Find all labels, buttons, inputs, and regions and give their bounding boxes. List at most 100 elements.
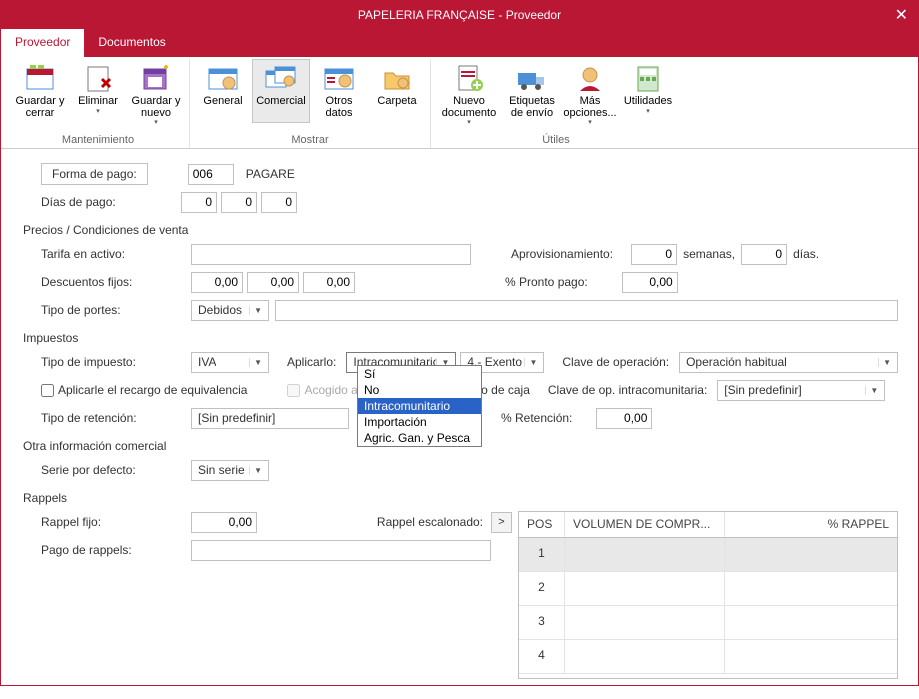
- tab-proveedor[interactable]: Proveedor: [1, 29, 84, 57]
- pay-days-label: Días de pago:: [21, 195, 181, 209]
- ship-labels-icon: [516, 63, 548, 95]
- ret-type-label: Tipo de retención:: [21, 411, 191, 425]
- commercial-icon: [265, 63, 297, 95]
- tax-section-header: Impuestos: [21, 331, 898, 345]
- op-key-combo[interactable]: Operación habitual▼: [679, 352, 898, 373]
- rappel-step-label: Rappel escalonado:: [377, 515, 483, 529]
- apply-option[interactable]: No: [358, 382, 481, 398]
- chevron-down-icon: ▼: [249, 358, 266, 367]
- rappel-header-vol[interactable]: VOLUMEN DE COMPR...: [565, 512, 725, 537]
- fixed-disc-1[interactable]: [191, 272, 243, 293]
- fixed-disc-2[interactable]: [247, 272, 299, 293]
- group-label-maintenance: Mantenimiento: [62, 134, 134, 148]
- payment-method-label: Forma de pago:: [41, 163, 148, 185]
- pay-day-1[interactable]: [181, 192, 217, 213]
- utilities-icon: [632, 63, 664, 95]
- rappels-section-header: Rappels: [21, 491, 898, 505]
- apply-option[interactable]: Importación: [358, 414, 481, 430]
- new-doc-button[interactable]: Nuevo documento ▾: [435, 59, 503, 130]
- freight-text-input[interactable]: [275, 300, 898, 321]
- intra-key-combo[interactable]: [Sin predefinir]▼: [717, 380, 885, 401]
- pay-day-3[interactable]: [261, 192, 297, 213]
- rappel-pay-label: Pago de rappels:: [41, 543, 191, 557]
- titlebar: PAPELERIA FRANÇAISE - Proveedor ✕: [1, 1, 918, 29]
- tariff-label: Tarifa en activo:: [21, 247, 191, 261]
- fixed-disc-3[interactable]: [303, 272, 355, 293]
- apply-label: Aplicarlo:: [287, 355, 336, 369]
- ribbon-group-maintenance: Guardar y cerrar Eliminar ▾ Guardar y nu…: [7, 59, 190, 148]
- chevron-down-icon: ▼: [865, 386, 882, 395]
- rappel-header-pos[interactable]: POS: [519, 512, 565, 537]
- supply-label: Aprovisionamiento:: [511, 247, 613, 261]
- intra-key-label: Clave de op. intracomunitaria:: [548, 383, 707, 397]
- rappel-header-pct[interactable]: % RAPPEL: [725, 512, 897, 537]
- fixed-rappel-input[interactable]: [191, 512, 257, 533]
- utilities-button[interactable]: Utilidades ▾: [619, 59, 677, 130]
- series-combo[interactable]: Sin serie▼: [191, 460, 269, 481]
- ribbon-group-utils: Nuevo documento ▾ Etiquetas de envío Más…: [431, 59, 681, 148]
- more-options-icon: [574, 63, 606, 95]
- close-icon[interactable]: ✕: [895, 5, 908, 25]
- freight-combo[interactable]: Debidos▼: [191, 300, 269, 321]
- delete-button[interactable]: Eliminar ▾: [69, 59, 127, 130]
- ret-pct-label: % Retención:: [501, 411, 572, 425]
- table-row[interactable]: 3: [519, 606, 897, 640]
- tab-documentos[interactable]: Documentos: [84, 29, 179, 57]
- chevron-down-icon: ▼: [524, 358, 541, 367]
- folder-button[interactable]: Carpeta: [368, 59, 426, 123]
- cash-criteria-checkbox: Acogido a: [287, 383, 357, 397]
- pay-day-2[interactable]: [221, 192, 257, 213]
- ret-pct-input[interactable]: [596, 408, 652, 429]
- fixed-rappel-label: Rappel fijo:: [41, 515, 191, 529]
- prompt-pay-input[interactable]: [622, 272, 678, 293]
- prompt-pay-label: % Pronto pago:: [505, 275, 588, 289]
- group-label-utils: Útiles: [542, 134, 570, 148]
- ret-type-combo[interactable]: [Sin predefinir]▼: [191, 408, 349, 429]
- save-close-button[interactable]: Guardar y cerrar: [11, 59, 69, 130]
- other-data-button[interactable]: Otros datos: [310, 59, 368, 123]
- ribbon: Guardar y cerrar Eliminar ▾ Guardar y nu…: [1, 57, 918, 149]
- table-row[interactable]: 4: [519, 640, 897, 674]
- apply-option[interactable]: Sí: [358, 366, 481, 382]
- tariff-input[interactable]: [191, 244, 471, 265]
- supply-weeks[interactable]: [631, 244, 677, 265]
- folder-icon: [381, 63, 413, 95]
- group-label-show: Mostrar: [291, 134, 328, 148]
- chevron-down-icon: ▼: [249, 466, 266, 475]
- chevron-down-icon: ▼: [249, 306, 266, 315]
- ship-labels-button[interactable]: Etiquetas de envío: [503, 59, 561, 130]
- freight-label: Tipo de portes:: [21, 303, 191, 317]
- apply-option[interactable]: Intracomunitario: [358, 398, 481, 414]
- nav-tabs: Proveedor Documentos: [1, 29, 918, 57]
- apply-dropdown-list[interactable]: SíNoIntracomunitarioImportaciónAgric. Ga…: [357, 365, 482, 447]
- table-row[interactable]: 2: [519, 572, 897, 606]
- rappel-step-button[interactable]: >: [491, 512, 512, 533]
- tax-type-label: Tipo de impuesto:: [21, 355, 191, 369]
- equiv-surcharge-checkbox[interactable]: Aplicarle el recargo de equivalencia: [41, 383, 247, 397]
- chevron-down-icon: ▼: [878, 358, 895, 367]
- prices-section-header: Precios / Condiciones de venta: [21, 223, 898, 237]
- save-close-icon: [24, 63, 56, 95]
- weeks-suffix: semanas,: [683, 247, 735, 261]
- rappel-pay-input[interactable]: [191, 540, 491, 561]
- series-label: Serie por defecto:: [21, 463, 191, 477]
- apply-option[interactable]: Agric. Gan. y Pesca: [358, 430, 481, 446]
- commercial-button[interactable]: Comercial: [252, 59, 310, 123]
- delete-icon: [82, 63, 114, 95]
- supply-days[interactable]: [741, 244, 787, 265]
- payment-method-code[interactable]: [188, 164, 234, 185]
- fixed-disc-label: Descuentos fijos:: [21, 275, 191, 289]
- save-new-icon: [140, 63, 172, 95]
- new-doc-icon: [453, 63, 485, 95]
- other-data-icon: [323, 63, 355, 95]
- rappel-table: POS VOLUMEN DE COMPR... % RAPPEL 1234: [518, 511, 898, 679]
- save-new-button[interactable]: Guardar y nuevo ▾: [127, 59, 185, 130]
- general-button[interactable]: General: [194, 59, 252, 123]
- days-suffix: días.: [793, 247, 819, 261]
- table-row[interactable]: 1: [519, 538, 897, 572]
- window-title: PAPELERIA FRANÇAISE - Proveedor: [358, 8, 561, 22]
- ribbon-group-show: General Comercial Otros datos Carpeta Mo…: [190, 59, 431, 148]
- op-key-label: Clave de operación:: [562, 355, 669, 369]
- more-options-button[interactable]: Más opciones... ▾: [561, 59, 619, 130]
- tax-type-combo[interactable]: IVA▼: [191, 352, 269, 373]
